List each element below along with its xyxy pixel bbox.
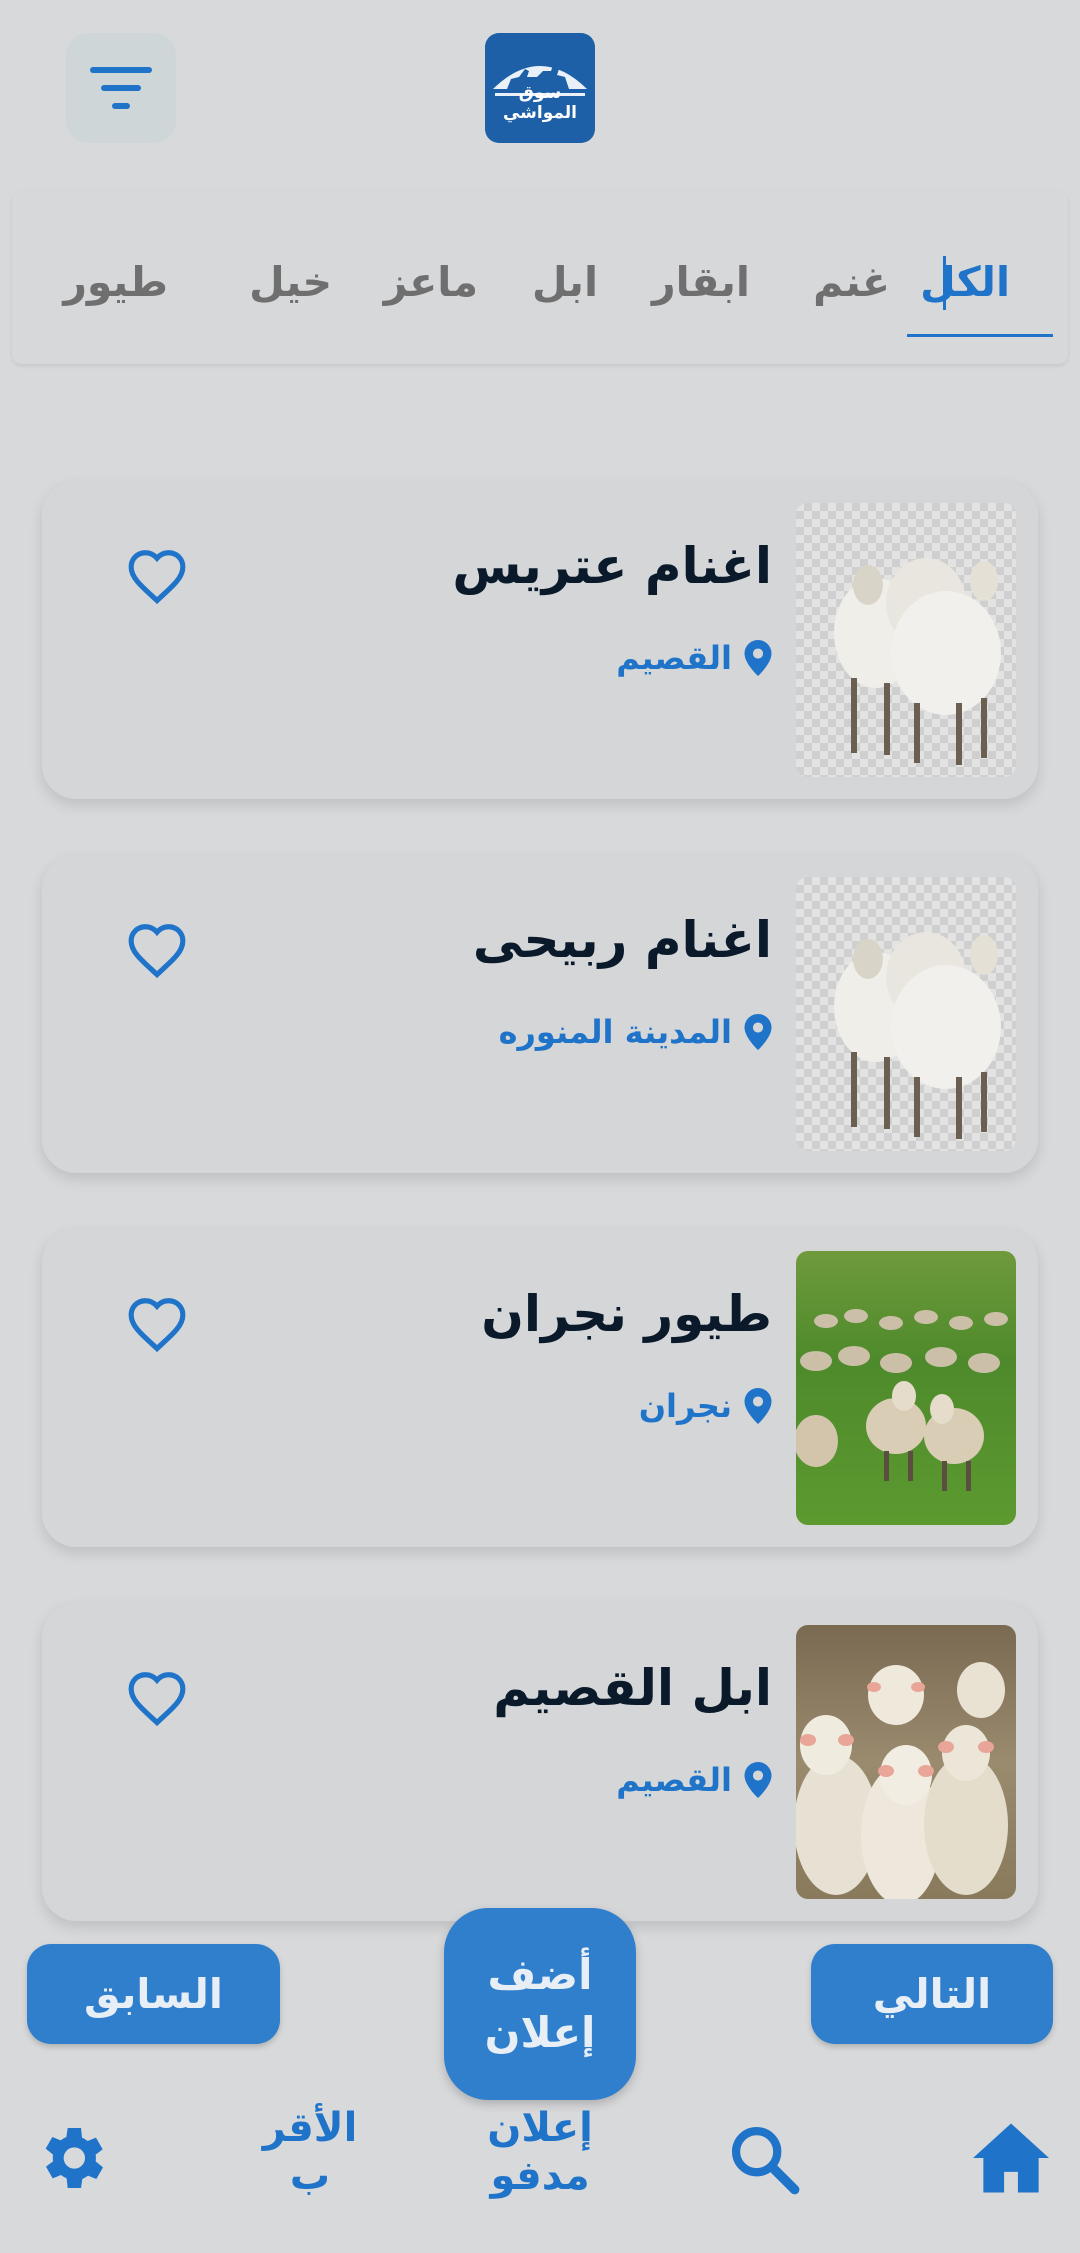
gear-icon (45, 2128, 104, 2188)
listing-location: المدينة المنوره (499, 1013, 772, 1051)
nav-home[interactable] (966, 2113, 1056, 2203)
nav-paid-ads[interactable]: إعلان مدفو (470, 2097, 610, 2207)
favorite-heart-icon[interactable] (126, 1295, 188, 1353)
listing-title: ابل القصيم (493, 1659, 772, 1717)
add-ad-button[interactable]: أضف إعلان (444, 1908, 636, 2100)
listing-title: طيور نجران (481, 1285, 772, 1343)
favorite-heart-icon[interactable] (126, 921, 188, 979)
active-tab-divider (943, 256, 946, 310)
filter-lines-icon (90, 67, 152, 109)
logo-text: سوق المواشي (502, 83, 577, 123)
location-pin-icon (744, 1388, 772, 1424)
listing-location: القصيم (616, 1761, 772, 1799)
listing-title: اغنام عتريس (452, 537, 772, 595)
listing-location-text: المدينة المنوره (498, 1013, 732, 1051)
listing-location-text: القصيم (616, 1761, 732, 1799)
listing-location: نجران (639, 1387, 772, 1425)
listing-card[interactable]: ابل القصيم القصيم (42, 1603, 1038, 1921)
listing-card[interactable]: طيور نجران نجران (42, 1229, 1038, 1547)
listing-card[interactable]: اغنام عتريس القصيم (42, 481, 1038, 799)
location-pin-icon (744, 1014, 772, 1050)
tab-goats[interactable]: ماعز (384, 258, 478, 306)
listing-location-text: نجران (638, 1387, 732, 1425)
listing-card[interactable]: اغنام ربيحى المدينة المنوره (42, 855, 1038, 1173)
nav-settings[interactable] (26, 2113, 116, 2203)
tab-horses[interactable]: خيل (249, 258, 332, 306)
nav-nearest[interactable]: الأقر ب (250, 2097, 370, 2207)
listing-image (796, 503, 1016, 777)
listing-location: القصيم (616, 639, 772, 677)
category-tabs: الكل غنم ابقار ابل ماعز خيل طيور (12, 190, 1068, 364)
favorite-heart-icon[interactable] (126, 1669, 188, 1727)
tab-birds[interactable]: طيور (63, 258, 168, 306)
home-icon (973, 2123, 1049, 2193)
listing-image (796, 1251, 1016, 1525)
active-tab-underline (907, 334, 1053, 337)
location-pin-icon (744, 1762, 772, 1798)
tab-cows[interactable]: ابقار (652, 258, 750, 306)
listing-location-text: القصيم (616, 639, 732, 677)
filter-button[interactable] (66, 33, 176, 143)
tab-all[interactable]: الكل (920, 258, 1010, 306)
add-ad-label: أضف إعلان (484, 1950, 596, 2057)
next-button[interactable]: التالي (811, 1944, 1053, 2044)
listing-image (796, 1625, 1016, 1899)
app-logo: سوق المواشي (485, 33, 595, 143)
listing-title: اغنام ربيحى (472, 911, 772, 969)
favorite-heart-icon[interactable] (126, 547, 188, 605)
tab-sheep[interactable]: غنم (813, 258, 890, 306)
search-icon (731, 2126, 800, 2195)
location-pin-icon (744, 640, 772, 676)
tab-camels[interactable]: ابل (532, 258, 598, 306)
nav-search[interactable] (718, 2113, 808, 2203)
listing-image (796, 877, 1016, 1151)
previous-button[interactable]: السابق (27, 1944, 280, 2044)
